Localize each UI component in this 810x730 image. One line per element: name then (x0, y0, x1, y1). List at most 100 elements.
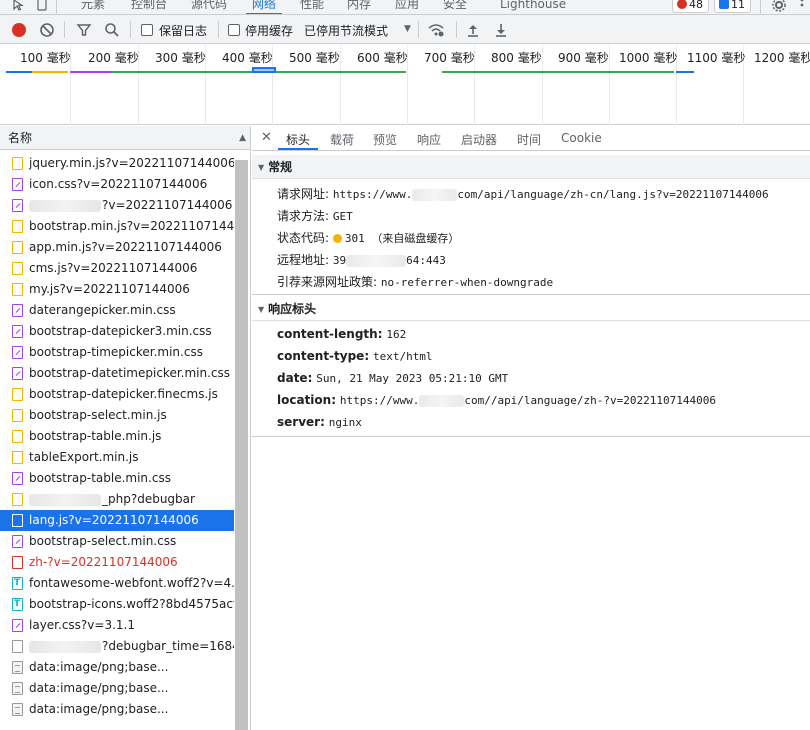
tick-label: 500 毫秒 (289, 51, 340, 65)
request-row[interactable]: icon.css?v=20221107144006 (0, 174, 234, 195)
request-row[interactable]: lang.js?v=20221107144006 (0, 510, 234, 531)
tab-headers[interactable]: 标头 (286, 131, 310, 148)
tab-timing[interactable]: 时间 (517, 131, 541, 148)
css-file-icon (12, 535, 23, 548)
clear-icon[interactable] (39, 22, 55, 38)
js-file-icon (12, 493, 23, 506)
request-row[interactable]: bootstrap-select.min.css (0, 531, 234, 552)
request-row[interactable]: bootstrap-datepicker.finecms.js (0, 384, 234, 405)
tab-preview[interactable]: 预览 (373, 131, 397, 148)
tick-label: 800 毫秒 (491, 51, 542, 65)
filter-icon[interactable] (76, 22, 92, 38)
request-row[interactable]: jquery.min.js?v=20221107144006 (0, 153, 234, 174)
request-row[interactable]: layer.css?v=3.1.1 (0, 615, 234, 636)
tab-memory[interactable]: 内存 (341, 0, 377, 14)
img-file-icon (12, 703, 23, 716)
request-name: bootstrap-select.min.js (29, 408, 167, 422)
request-row[interactable]: bootstrap-icons.woff2?8bd4575acf83c... (0, 594, 234, 615)
collapse-triangle-icon: ▼ (258, 305, 265, 314)
tab-lighthouse[interactable]: Lighthouse (494, 0, 572, 14)
error-count-badge[interactable]: 48 (672, 0, 709, 13)
network-conditions-icon[interactable] (427, 22, 445, 38)
request-row[interactable]: cms.js?v=20221107144006 (0, 258, 234, 279)
css-file-icon (12, 199, 23, 212)
request-row[interactable]: bootstrap-datetimepicker.min.css (0, 363, 234, 384)
chevron-down-icon[interactable]: ▼ (404, 24, 411, 34)
request-row[interactable]: fontawesome-webfont.woff2?v=4.7.0 (0, 573, 234, 594)
js-file-icon (12, 430, 23, 443)
search-icon[interactable] (104, 22, 120, 38)
tab-security[interactable]: 安全 (437, 0, 473, 14)
tab-sources[interactable]: 源代码 (185, 0, 233, 14)
throttle-select[interactable]: 已停用节流模式 (304, 22, 388, 39)
location-row: location: https://www. com//api/language/… (277, 393, 716, 407)
request-row[interactable]: zh-?v=20221107144006 (0, 552, 234, 573)
settings-gear-icon[interactable] (771, 0, 787, 13)
css-file-icon (12, 619, 23, 632)
request-row[interactable]: bootstrap-select.min.js (0, 405, 234, 426)
tab-initiator[interactable]: 启动器 (461, 131, 497, 148)
tab-cookies[interactable]: Cookie (561, 131, 602, 145)
request-row[interactable]: bootstrap-datepicker3.min.css (0, 321, 234, 342)
export-har-icon[interactable] (494, 22, 508, 38)
request-row[interactable]: bootstrap.min.js?v=20221107144006 (0, 216, 234, 237)
request-row[interactable]: bootstrap-timepicker.min.css (0, 342, 234, 363)
request-row[interactable]: data:image/png;base... (0, 699, 234, 720)
response-headers-section-header[interactable]: ▼ 响应标头 (252, 297, 810, 321)
request-name: data:image/png;base... (29, 702, 169, 716)
request-row[interactable]: tableExport.min.js (0, 447, 234, 468)
timeline-overview[interactable]: 100 毫秒 200 毫秒 300 毫秒 400 毫秒 500 毫秒 600 毫… (0, 45, 810, 125)
device-toolbar-icon[interactable] (35, 0, 51, 13)
message-count-badge[interactable]: 11 (714, 0, 751, 13)
request-name: tableExport.min.js (29, 450, 139, 464)
tab-elements[interactable]: 元素 (75, 0, 111, 14)
tick-label: 1200 毫秒 (754, 51, 810, 65)
font-file-icon (12, 573, 23, 594)
font-file-icon (12, 594, 23, 615)
more-options-icon[interactable] (794, 0, 810, 13)
request-name: zh-?v=20221107144006 (29, 555, 178, 569)
request-row[interactable]: ?v=20221107144006 (0, 195, 234, 216)
request-name: ?v=20221107144006 (102, 198, 233, 212)
date-row: date: Sun, 21 May 2023 05:21:10 GMT (277, 371, 509, 385)
tick-label: 900 毫秒 (558, 51, 609, 65)
record-button[interactable] (12, 23, 26, 37)
disable-cache-checkbox[interactable] (228, 24, 240, 36)
img-file-icon (12, 682, 23, 695)
request-name: bootstrap-datepicker3.min.css (29, 324, 212, 338)
tab-application[interactable]: 应用 (389, 0, 425, 14)
tick-label: 600 毫秒 (357, 51, 408, 65)
tab-payload[interactable]: 载荷 (330, 131, 354, 148)
tab-network[interactable]: 网络 (246, 0, 283, 14)
request-row[interactable]: data:image/png;base... (0, 678, 234, 699)
request-row[interactable]: data:image/png;base... (0, 657, 234, 678)
js-file-icon (12, 220, 23, 233)
request-name: ?debugbar_time=168472 (102, 639, 234, 653)
request-row[interactable]: my.js?v=20221107144006 (0, 279, 234, 300)
list-scrollbar[interactable] (235, 160, 248, 730)
tab-performance[interactable]: 性能 (294, 0, 330, 14)
js-file-icon (12, 283, 23, 296)
request-row[interactable]: bootstrap-table.min.js (0, 426, 234, 447)
request-detail-panel: ✕ 标头 载荷 预览 响应 启动器 时间 Cookie ▼ 常规 请求网址: ht… (252, 126, 810, 730)
request-row[interactable]: _php?debugbar (0, 489, 234, 510)
close-detail-icon[interactable]: ✕ (261, 130, 272, 145)
preserve-log-checkbox[interactable] (141, 24, 153, 36)
request-row[interactable]: app.min.js?v=20221107144006 (0, 237, 234, 258)
general-section-header[interactable]: ▼ 常规 (252, 155, 810, 179)
tab-response[interactable]: 响应 (417, 131, 441, 148)
tick-label: 400 毫秒 (222, 51, 273, 65)
content-type-row: content-type: text/html (277, 349, 433, 363)
tick-label: 100 毫秒 (20, 51, 71, 65)
js-file-icon (12, 241, 23, 254)
name-column-header[interactable]: 名称 ▲ (0, 126, 250, 150)
tab-console[interactable]: 控制台 (125, 0, 173, 14)
request-row[interactable]: daterangepicker.min.css (0, 300, 234, 321)
inspect-cursor-icon[interactable] (11, 0, 27, 13)
request-method-row: 请求方法: GET (277, 209, 353, 223)
import-har-icon[interactable] (466, 22, 480, 38)
css-file-icon (12, 304, 23, 317)
request-row[interactable]: bootstrap-table.min.css (0, 468, 234, 489)
request-row[interactable]: ?debugbar_time=168472 (0, 636, 234, 657)
request-name: lang.js?v=20221107144006 (29, 513, 199, 527)
